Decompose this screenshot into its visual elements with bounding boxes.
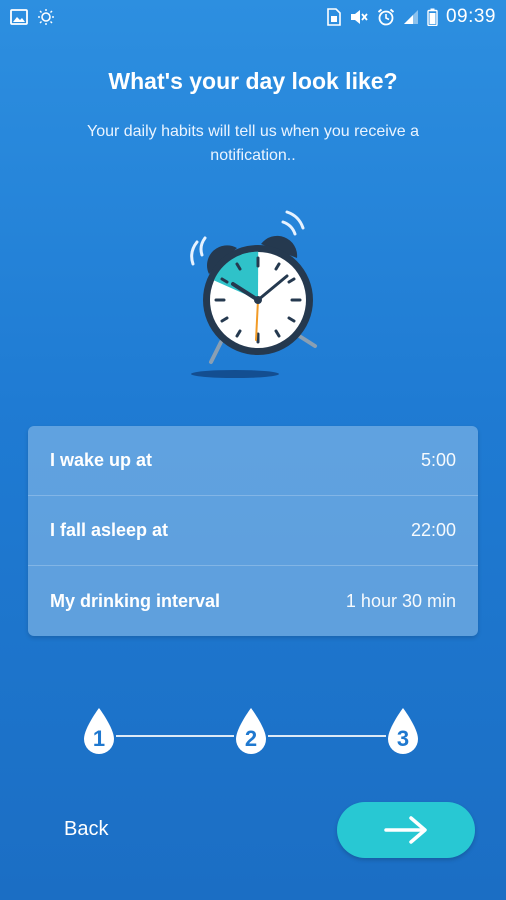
drinking-interval-label: My drinking interval bbox=[50, 590, 221, 611]
next-button[interactable] bbox=[337, 802, 475, 858]
step-1: 1 bbox=[82, 706, 116, 756]
sim-icon bbox=[327, 8, 341, 26]
stepper-connector bbox=[268, 735, 386, 737]
step-number: 3 bbox=[396, 726, 410, 751]
drinking-interval-value: 1 hour 30 min bbox=[345, 590, 456, 611]
step-2: 2 bbox=[234, 706, 268, 756]
mute-icon bbox=[349, 8, 369, 26]
brightness-icon bbox=[36, 8, 56, 26]
wake-up-label: I wake up at bbox=[50, 450, 153, 470]
progress-stepper: 1 2 3 bbox=[82, 706, 422, 762]
status-bar-left bbox=[10, 8, 56, 26]
step-number: 1 bbox=[92, 726, 106, 751]
fall-asleep-row[interactable]: I fall asleep at 22:00 bbox=[28, 496, 478, 566]
alarm-clock-illustration bbox=[175, 200, 335, 385]
step-3: 3 bbox=[386, 706, 420, 756]
wake-up-row[interactable]: I wake up at 5:00 bbox=[28, 426, 478, 496]
signal-icon bbox=[403, 9, 419, 25]
status-time: 09:39 bbox=[445, 6, 496, 27]
alarm-clock-icon bbox=[190, 210, 317, 378]
image-icon bbox=[10, 9, 28, 25]
alarm-icon bbox=[377, 8, 395, 26]
page-subtitle: Your daily habits will tell us when you … bbox=[86, 123, 420, 164]
status-bar: 09:39 bbox=[0, 0, 506, 34]
stepper-connector bbox=[116, 735, 234, 737]
wake-up-value: 5:00 bbox=[420, 450, 456, 470]
fall-asleep-label: I fall asleep at bbox=[50, 520, 169, 540]
arrow-right-icon bbox=[384, 816, 427, 844]
step-number: 2 bbox=[244, 726, 258, 751]
drinking-interval-row[interactable]: My drinking interval 1 hour 30 min bbox=[28, 566, 478, 636]
fall-asleep-value: 22:00 bbox=[410, 520, 456, 540]
battery-icon bbox=[427, 8, 438, 26]
daily-habits-card: I wake up at 5:00 I fall asleep at 22:00… bbox=[28, 426, 478, 636]
back-button[interactable]: Back bbox=[64, 818, 108, 841]
status-bar-right: 09:39 bbox=[327, 6, 496, 28]
page-title: What's your day look like? bbox=[108, 68, 398, 94]
